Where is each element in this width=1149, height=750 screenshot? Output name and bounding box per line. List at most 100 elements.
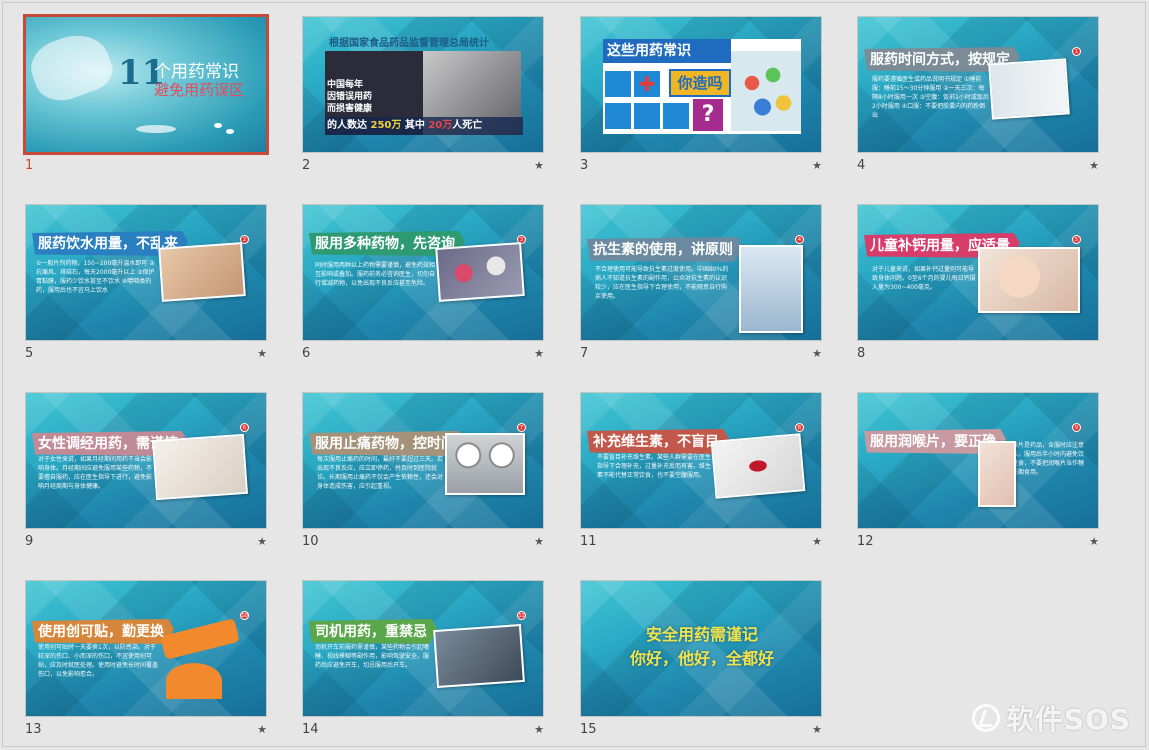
- slide-thumbnail-15[interactable]: 安全用药需谨记 你好，他好，全都好 15 ★: [580, 580, 826, 740]
- slide-5-preview[interactable]: 服药饮水用量，不乱来 2 ①一般片剂药物，150~200毫升温水即可 ②抗痛风、…: [25, 204, 267, 341]
- slide-thumbnail-6[interactable]: 服用多种药物，先咨询 3 同时服用两种以上药物需要谨慎，避免药效相互影响或叠加。…: [302, 204, 548, 364]
- slide-thumbnail-1[interactable]: 11 个用药常识 避免用药误区 1: [23, 14, 271, 176]
- iv-drip-photo: [739, 245, 803, 333]
- star-icon[interactable]: ★: [812, 159, 822, 172]
- slide-7-title: 抗生素的使用，讲原则: [587, 237, 743, 262]
- slide-thumbnail-13[interactable]: 使用创可贴，勤更换 10 使用创可贴时一天要换1次，以防感染。对于较深的伤口、小…: [25, 580, 271, 740]
- slide-9-body: 对于女性来说，如果月经期间用药不当会影响身体。月经期间应避免服用某些药物，不要擅…: [38, 456, 153, 490]
- hand-image: [26, 25, 118, 109]
- slide-number: 2: [302, 158, 311, 173]
- child-eating-photo: [978, 247, 1080, 313]
- star-icon[interactable]: ★: [1089, 535, 1099, 548]
- slide-thumbnail-11[interactable]: 补充维生素，不盲目 8 不要盲目补充维生素。某些人群需要在医生指导下合理补充，过…: [580, 392, 826, 552]
- slide-11-badge: 8: [795, 423, 804, 432]
- slide-2-preview[interactable]: 根据国家食品药品监督管理总局统计 中国每年 因错误用药 而损害健康 的人数达 2…: [302, 16, 544, 153]
- slide-2-stat-number: 250万: [370, 120, 402, 131]
- slide-11-preview[interactable]: 补充维生素，不盲目 8 不要盲目补充维生素。某些人群需要在医生指导下合理补充，过…: [580, 392, 822, 529]
- alarm-clocks-photo: [445, 433, 525, 495]
- slide-13-title: 使用创可贴，勤更换: [32, 619, 174, 644]
- slide-thumbnail-4[interactable]: 服药时间方式，按规定 1 服药要遵循医生或药品说明书规定 ①睡前服：睡前15～3…: [857, 16, 1103, 176]
- slide-9-badge: 6: [240, 423, 249, 432]
- slide-3-title: 这些用药常识: [603, 39, 731, 63]
- slide-15-line-1: 安全用药需谨记: [645, 625, 758, 644]
- slide-10-title: 服用止痛药物，控时间: [309, 431, 465, 456]
- slide-thumbnail-14[interactable]: 司机用药，重禁忌 11 司机开车前服药需谨慎，某些药物会引起嗜睡、视线模糊等副作…: [302, 580, 548, 740]
- slide-2-stat-text: 其中: [404, 120, 425, 131]
- slide-15-preview[interactable]: 安全用药需谨记 你好，他好，全都好: [580, 580, 822, 717]
- slide-4-preview[interactable]: 服药时间方式，按规定 1 服药要遵循医生或药品说明书规定 ①睡前服：睡前15～3…: [857, 16, 1099, 153]
- star-icon[interactable]: ★: [257, 723, 267, 736]
- slide-number: 11: [580, 534, 597, 549]
- watermark: 软件SOS: [971, 698, 1131, 738]
- slide-12-preview[interactable]: 服用润喉片，要正确 9 润喉片是药品，含服时应注意方法，服用后半小时内避免饮水进…: [857, 392, 1099, 529]
- slide-number: 10: [302, 534, 319, 549]
- star-icon[interactable]: ★: [534, 723, 544, 736]
- slide-1-preview[interactable]: 11 个用药常识 避免用药误区: [23, 14, 269, 155]
- slide-6-body: 同时服用两种以上药物需要谨慎，避免药效相互影响或叠加。服药前务必咨询医生，切勿自…: [315, 262, 436, 287]
- star-icon[interactable]: ★: [812, 347, 822, 360]
- bandage-image: [160, 618, 240, 660]
- slide-number: 12: [857, 534, 874, 549]
- slide-6-preview[interactable]: 服用多种药物，先咨询 3 同时服用两种以上药物需要谨慎，避免药效相互影响或叠加。…: [302, 204, 544, 341]
- slide-15-line-2: 你好，他好，全都好: [629, 649, 774, 668]
- slide-2-lines: 中国每年 因错误用药 而损害健康: [327, 79, 397, 115]
- slide-3-preview[interactable]: 这些用药常识 你造吗 ✚ ?: [580, 16, 822, 153]
- slide-number: 13: [25, 722, 42, 737]
- snowman-icon: [605, 71, 631, 97]
- slide-2-stat-number: 20万: [428, 120, 453, 131]
- slide-9-preview[interactable]: 女性调经用药，需谨慎 6 对于女性来说，如果月经期间用药不当会影响身体。月经期间…: [25, 392, 267, 529]
- slide-thumbnail-7[interactable]: 抗生素的使用，讲原则 4 不合理使用可能导致抗生素过度使用。中国80%的病人不知…: [580, 204, 826, 364]
- snowman-icon: [605, 103, 631, 129]
- star-icon[interactable]: ★: [534, 159, 544, 172]
- slide-14-badge: 11: [517, 611, 526, 620]
- slide-thumbnail-9[interactable]: 女性调经用药，需谨慎 6 对于女性来说，如果月经期间用药不当会影响身体。月经期间…: [25, 392, 271, 552]
- star-icon[interactable]: ★: [257, 347, 267, 360]
- sos-logo-icon: [971, 704, 1000, 732]
- slide-number: 7: [580, 346, 589, 361]
- pill-image: [214, 123, 222, 128]
- slide-number: 9: [25, 534, 34, 549]
- slide-number: 1: [25, 158, 34, 173]
- slide-8-badge: 5: [1072, 235, 1081, 244]
- slide-8-body: 对于儿童来说，如果补钙过量则可能导致身体问题。0至6个月的婴儿每日钙摄入量为30…: [872, 266, 976, 291]
- star-icon[interactable]: ★: [534, 535, 544, 548]
- slide-3-subtitle: 你造吗: [669, 69, 731, 97]
- slide-10-badge: 7: [517, 423, 526, 432]
- slide-10-body: 每次服用止痛药的时间，最好不要超过三天。若出现不良反应，应立即停药，并及时到医院…: [317, 456, 444, 490]
- slide-4-body: 服药要遵循医生或药品说明书规定 ①睡前服：睡前15～30分钟服用 ②一天三次：每…: [872, 76, 989, 119]
- slide-14-preview[interactable]: 司机用药，重禁忌 11 司机开车前服药需谨慎，某些药物会引起嗜睡、视线模糊等副作…: [302, 580, 544, 717]
- slide-thumbnail-2[interactable]: 根据国家食品药品监督管理总局统计 中国每年 因错误用药 而损害健康 的人数达 2…: [302, 16, 548, 176]
- lozenge-photo: [978, 441, 1016, 507]
- slide-thumbnail-8[interactable]: 儿童补钙用量，应适量 5 对于儿童来说，如果补钙过量则可能导致身体问题。0至6个…: [857, 204, 1103, 364]
- calculator-icon: [634, 103, 660, 129]
- slide-number: 6: [302, 346, 311, 361]
- slide-7-badge: 4: [795, 235, 804, 244]
- pill-icon: [663, 103, 689, 129]
- slide-1-subtitle: 避免用药误区: [154, 81, 245, 99]
- pills-blister-photo: [435, 242, 525, 302]
- colorful-pills-image: [731, 51, 801, 131]
- slide-thumbnail-10[interactable]: 服用止痛药物，控时间 7 每次服用止痛药的时间，最好不要超过三天。若出现不良反应…: [302, 392, 548, 552]
- slide-number: 8: [857, 346, 866, 361]
- slide-10-preview[interactable]: 服用止痛药物，控时间 7 每次服用止痛药的时间，最好不要超过三天。若出现不良反应…: [302, 392, 544, 529]
- slide-8-preview[interactable]: 儿童补钙用量，应适量 5 对于儿童来说，如果补钙过量则可能导致身体问题。0至6个…: [857, 204, 1099, 341]
- water-splash-image: [136, 125, 176, 133]
- slide-12-body: 润喉片是药品，含服时应注意方法，服用后半小时内避免饮水进食，不要把润喉片当作糖果…: [1006, 442, 1085, 476]
- slide-12-badge: 9: [1072, 423, 1081, 432]
- star-icon[interactable]: ★: [812, 723, 822, 736]
- slide-thumbnail-12[interactable]: 服用润喉片，要正确 9 润喉片是药品，含服时应注意方法，服用后半小时内避免饮水进…: [857, 392, 1103, 552]
- slide-13-preview[interactable]: 使用创可贴，勤更换 10 使用创可贴时一天要换1次，以防感染。对于较深的伤口、小…: [25, 580, 267, 717]
- vitamin-capsule-photo: [710, 433, 806, 499]
- question-mark-icon: ?: [693, 99, 723, 131]
- star-icon[interactable]: ★: [812, 535, 822, 548]
- slide-thumbnail-3[interactable]: 这些用药常识 你造吗 ✚ ? 3 ★: [580, 16, 826, 176]
- slide-2-stat-text: 人死亡: [452, 120, 483, 131]
- woman-resting-photo: [152, 433, 248, 501]
- pill-image: [226, 129, 234, 134]
- slide-7-preview[interactable]: 抗生素的使用，讲原则 4 不合理使用可能导致抗生素过度使用。中国80%的病人不知…: [580, 204, 822, 341]
- slide-11-body: 不要盲目补充维生素。某些人群需要在医生指导下合理补充，过量补充反而有害。维生素不…: [597, 454, 712, 479]
- star-icon[interactable]: ★: [534, 347, 544, 360]
- star-icon[interactable]: ★: [257, 535, 267, 548]
- star-icon[interactable]: ★: [1089, 159, 1099, 172]
- slide-thumbnail-5[interactable]: 服药饮水用量，不乱来 2 ①一般片剂药物，150~200毫升温水即可 ②抗痛风、…: [25, 204, 271, 364]
